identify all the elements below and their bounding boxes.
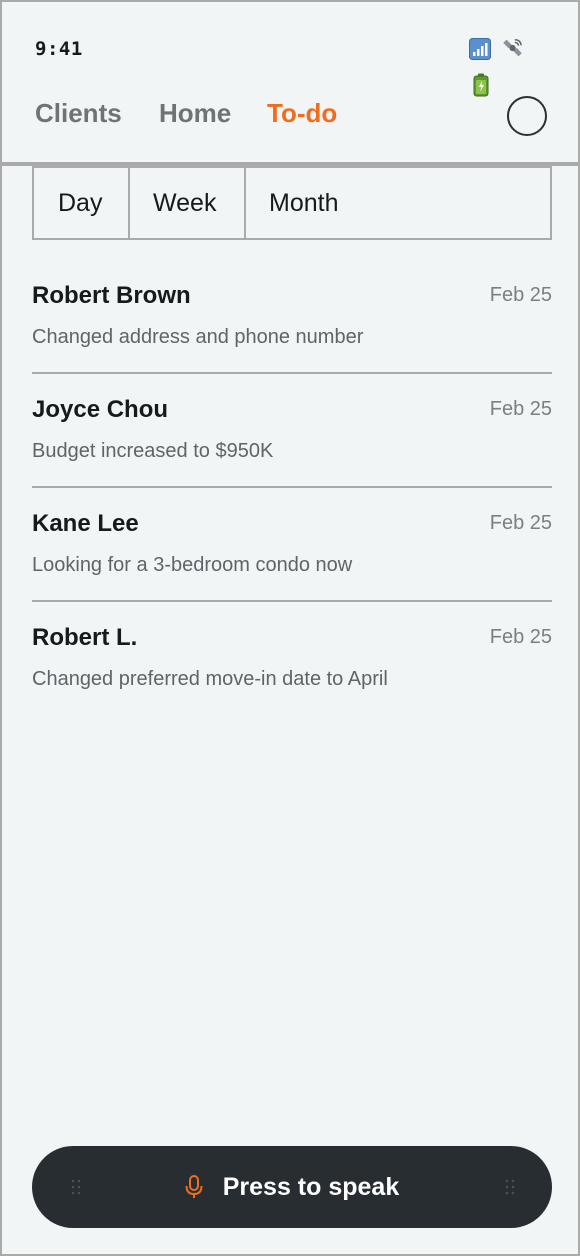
period-month-button[interactable]: Month	[246, 166, 550, 238]
client-name: Joyce Chou	[32, 396, 169, 423]
item-date: Feb 25	[489, 512, 552, 534]
app-header: 9:41 Clients Home To-do	[2, 2, 578, 166]
press-to-speak-button[interactable]: Press to speak	[32, 1146, 552, 1228]
item-date: Feb 25	[489, 398, 552, 420]
client-name: Robert Brown	[32, 282, 191, 309]
period-day-button[interactable]: Day	[34, 166, 130, 238]
list-item[interactable]: Joyce Chou Feb 25 Budget increased to $9…	[32, 372, 552, 486]
item-description: Changed preferred move-in date to April	[32, 668, 388, 690]
period-week-button[interactable]: Week	[130, 166, 246, 238]
item-description: Budget increased to $950K	[32, 440, 274, 462]
item-description: Changed address and phone number	[32, 326, 364, 348]
microphone-icon	[183, 1174, 205, 1200]
drag-handle-icon	[504, 1177, 516, 1197]
profile-avatar-button[interactable]	[507, 96, 547, 136]
item-date: Feb 25	[489, 626, 552, 648]
signal-icon	[469, 38, 491, 60]
list-item[interactable]: Robert Brown Feb 25 Changed address and …	[32, 260, 552, 372]
press-to-speak-label: Press to speak	[222, 1172, 400, 1201]
tab-clients[interactable]: Clients	[35, 98, 122, 129]
list-item[interactable]: Robert L. Feb 25 Changed preferred move-…	[32, 600, 552, 714]
client-name: Robert L.	[32, 624, 138, 651]
phone-screen: 9:41 Clients Home To-do Day Week Month R…	[0, 0, 580, 1256]
activity-list: Robert Brown Feb 25 Changed address and …	[32, 260, 552, 714]
item-date: Feb 25	[489, 284, 552, 306]
tab-home[interactable]: Home	[159, 98, 231, 129]
status-time: 9:41	[35, 38, 83, 60]
drag-handle-icon	[70, 1177, 82, 1197]
item-description: Looking for a 3-bedroom condo now	[32, 554, 353, 576]
tab-todo[interactable]: To-do	[267, 98, 337, 129]
period-selector: Day Week Month	[32, 166, 552, 240]
satellite-icon	[502, 37, 524, 59]
battery-icon	[470, 73, 492, 97]
list-item[interactable]: Kane Lee Feb 25 Looking for a 3-bedroom …	[32, 486, 552, 600]
client-name: Kane Lee	[32, 510, 139, 537]
